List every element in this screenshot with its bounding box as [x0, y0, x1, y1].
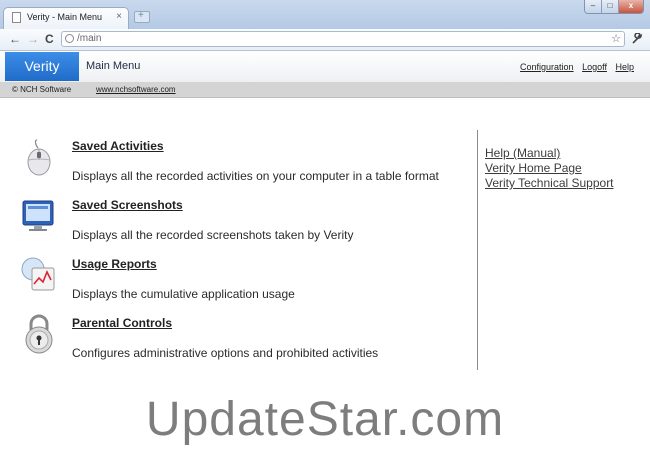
- monitor-icon: [20, 198, 56, 239]
- padlock-icon: [22, 314, 56, 359]
- parental-controls-description: Configures administrative options and pr…: [72, 346, 379, 360]
- tab-title: Verity - Main Menu: [27, 12, 103, 22]
- help-manual-link[interactable]: Help (Manual): [485, 146, 560, 160]
- saved-screenshots-link[interactable]: Saved Screenshots: [72, 198, 183, 212]
- close-tab-icon[interactable]: ×: [116, 11, 122, 22]
- forward-arrow-icon[interactable]: →: [27, 32, 39, 46]
- back-arrow-icon[interactable]: ←: [9, 32, 21, 46]
- help-link[interactable]: Help: [615, 62, 634, 72]
- wrench-icon[interactable]: [631, 32, 643, 48]
- watermark: UpdateStar.com: [145, 393, 505, 446]
- close-window-button[interactable]: x: [619, 0, 643, 13]
- page-icon: [12, 12, 21, 23]
- maximize-button[interactable]: □: [602, 0, 619, 13]
- brand-logo[interactable]: Verity: [5, 52, 79, 81]
- copyright-text: © NCH Software: [12, 85, 72, 94]
- usage-report-icon: [20, 256, 58, 299]
- parental-controls-link[interactable]: Parental Controls: [72, 316, 172, 330]
- mouse-icon: [20, 138, 54, 183]
- vertical-divider: [477, 130, 478, 370]
- new-tab-button[interactable]: +: [134, 10, 150, 23]
- usage-reports-link[interactable]: Usage Reports: [72, 257, 157, 271]
- saved-activities-description: Displays all the recorded activities on …: [72, 169, 439, 183]
- minimize-button[interactable]: –: [585, 0, 602, 13]
- configuration-link[interactable]: Configuration: [520, 62, 574, 72]
- usage-reports-description: Displays the cumulative application usag…: [72, 287, 295, 301]
- globe-icon: [65, 34, 74, 43]
- header-links: Configuration Logoff Help: [514, 62, 634, 72]
- saved-activities-link[interactable]: Saved Activities: [72, 139, 164, 153]
- window-controls: – □ x: [584, 0, 644, 14]
- reload-icon[interactable]: C: [45, 32, 54, 46]
- verity-technical-support-link[interactable]: Verity Technical Support: [485, 176, 614, 190]
- plus-icon: +: [138, 10, 144, 21]
- verity-home-page-link[interactable]: Verity Home Page: [485, 161, 582, 175]
- browser-tab[interactable]: Verity - Main Menu ×: [3, 7, 129, 29]
- saved-screenshots-description: Displays all the recorded screenshots ta…: [72, 228, 354, 242]
- url-text: /main: [77, 33, 102, 44]
- address-bar[interactable]: /main ☆: [61, 31, 625, 47]
- website-link[interactable]: www.nchsoftware.com: [96, 85, 176, 94]
- bookmark-star-icon[interactable]: ☆: [611, 32, 621, 45]
- logoff-link[interactable]: Logoff: [582, 62, 607, 72]
- main-menu-link[interactable]: Main Menu: [86, 60, 140, 72]
